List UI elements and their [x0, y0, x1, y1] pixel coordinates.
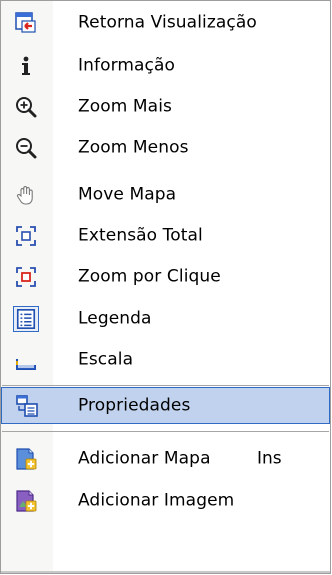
menu-item-label: Informação	[78, 55, 176, 76]
menu-item-adicionar-mapa[interactable]: Adicionar Mapa Ins	[1, 441, 330, 477]
zoom-in-icon	[13, 94, 39, 120]
shortcut-label: Ins	[257, 448, 282, 469]
add-image-icon	[13, 488, 39, 514]
menu-item-label: Move Mapa	[78, 184, 177, 205]
full-extent-icon	[13, 223, 39, 249]
menu-item-label: Propriedades	[78, 395, 191, 416]
menu-item-propriedades[interactable]: Propriedades	[1, 387, 330, 424]
legend-icon	[13, 306, 39, 332]
menu-item-label: Zoom Menos	[78, 137, 189, 158]
properties-icon	[14, 393, 40, 419]
menu-bottom-edge	[1, 571, 330, 573]
context-menu: Retorna Visualização Informação Zoom Mai…	[0, 0, 331, 574]
menu-item-move-mapa[interactable]: Move Mapa	[1, 177, 330, 213]
menu-item-adicionar-imagem[interactable]: Adicionar Imagem	[1, 483, 330, 519]
menu-item-label: Adicionar Imagem	[78, 490, 235, 511]
zoom-out-icon	[13, 135, 39, 161]
zoom-click-icon	[13, 264, 39, 290]
menu-item-escala[interactable]: Escala	[1, 342, 330, 378]
menu-separator	[2, 431, 329, 432]
menu-item-extensao-total[interactable]: Extensão Total	[1, 218, 330, 254]
menu-item-label: Escala	[78, 349, 134, 370]
menu-item-informacao[interactable]: Informação	[1, 48, 330, 84]
menu-item-zoom-por-clique[interactable]: Zoom por Clique	[1, 259, 330, 295]
menu-item-label: Extensão Total	[78, 225, 203, 246]
menu-item-label: Retorna Visualização	[78, 12, 257, 33]
menu-item-legenda[interactable]: Legenda	[1, 301, 330, 337]
menu-item-retorna-visualizacao[interactable]: Retorna Visualização	[1, 5, 330, 41]
return-view-icon	[13, 10, 39, 36]
scale-icon	[13, 347, 39, 373]
menu-item-label: Adicionar Mapa	[78, 448, 211, 469]
add-map-icon	[13, 446, 39, 472]
info-icon	[13, 53, 39, 79]
menu-item-label: Zoom por Clique	[78, 266, 221, 287]
menu-item-zoom-mais[interactable]: Zoom Mais	[1, 89, 330, 125]
menu-item-label: Zoom Mais	[78, 96, 172, 117]
menu-item-label: Legenda	[78, 308, 152, 329]
menu-separator	[2, 385, 329, 386]
menu-item-zoom-menos[interactable]: Zoom Menos	[1, 130, 330, 166]
pan-hand-icon	[13, 182, 39, 208]
